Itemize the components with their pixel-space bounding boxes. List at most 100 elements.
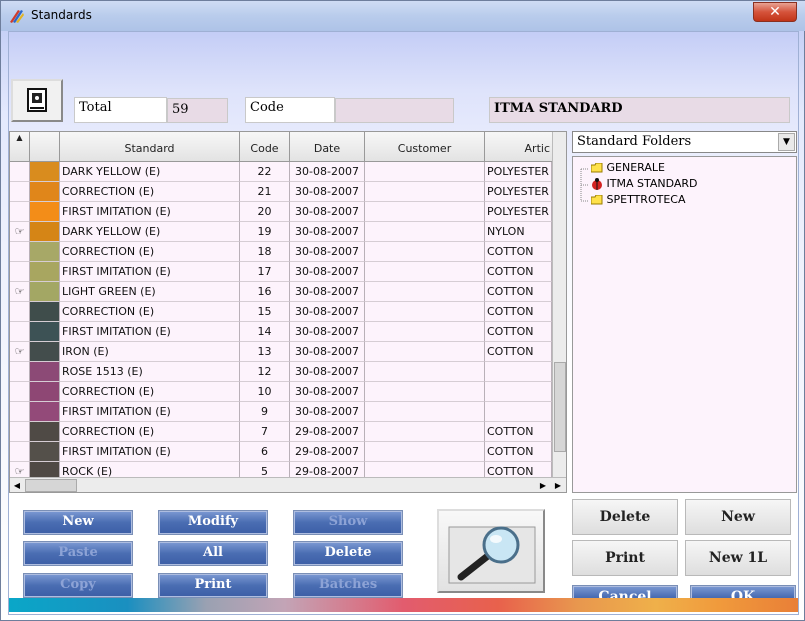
date-cell: 30-08-2007 <box>290 322 365 342</box>
folder-type-value: Standard Folders <box>577 134 692 149</box>
folder-delete-button[interactable]: Delete <box>572 499 678 535</box>
table-row[interactable]: CORRECTION (E) 15 30-08-2007 COTTON <box>10 302 552 322</box>
row-selector[interactable] <box>10 362 30 382</box>
row-selector[interactable] <box>10 422 30 442</box>
column-header-code[interactable]: Code <box>240 132 290 162</box>
new-1l-button[interactable]: New 1L <box>685 540 791 576</box>
color-swatch <box>30 342 60 362</box>
table-row[interactable]: ☞ LIGHT GREEN (E) 16 30-08-2007 COTTON <box>10 282 552 302</box>
new-button[interactable]: New <box>23 510 133 535</box>
code-cell: 18 <box>240 242 290 262</box>
code-cell: 20 <box>240 202 290 222</box>
close-button[interactable]: ✕ <box>753 2 797 22</box>
table-row[interactable]: ☞ IRON (E) 13 30-08-2007 COTTON <box>10 342 552 362</box>
row-selector[interactable] <box>10 242 30 262</box>
tree-item-label: GENERALE <box>606 161 665 174</box>
show-button[interactable]: Show <box>293 510 403 535</box>
customer-cell <box>365 282 485 302</box>
scroll-left-icon[interactable]: ◀ <box>10 478 24 492</box>
horizontal-scrollbar[interactable]: ◀ ▶ ▶ <box>10 477 566 492</box>
code-cell: 10 <box>240 382 290 402</box>
table-row[interactable]: CORRECTION (E) 7 29-08-2007 COTTON <box>10 422 552 442</box>
row-selector[interactable] <box>10 402 30 422</box>
row-selector[interactable] <box>10 302 30 322</box>
scroll-right-end-icon[interactable]: ▶ <box>551 478 565 492</box>
article-cell: POLYESTER <box>485 182 552 202</box>
folder-type-dropdown[interactable]: Standard Folders ▼ <box>572 131 797 153</box>
folder-tree[interactable]: GENERALE ITMA STANDARD SPETTROTECA <box>572 156 797 493</box>
pointing-hand-icon[interactable]: ☞ <box>10 282 30 302</box>
search-button[interactable] <box>437 509 545 593</box>
code-cell: 9 <box>240 402 290 422</box>
standard-icon-button[interactable] <box>11 79 63 122</box>
row-selector[interactable] <box>10 382 30 402</box>
customer-cell <box>365 182 485 202</box>
modify-button[interactable]: Modify <box>158 510 268 535</box>
all-button[interactable]: All <box>158 541 268 566</box>
copy-button[interactable]: Copy <box>23 573 133 598</box>
table-row[interactable]: FIRST IMITATION (E) 9 30-08-2007 <box>10 402 552 422</box>
color-spectrum-bar <box>9 598 798 612</box>
tree-item-spettroteca[interactable]: SPETTROTECA <box>590 193 686 206</box>
folder-new-button[interactable]: New <box>685 499 791 535</box>
code-cell: 17 <box>240 262 290 282</box>
vertical-scrollbar[interactable] <box>552 132 566 477</box>
table-row[interactable]: FIRST IMITATION (E) 17 30-08-2007 COTTON <box>10 262 552 282</box>
tree-item-generale[interactable]: GENERALE <box>590 161 665 174</box>
horizontal-scroll-thumb[interactable] <box>25 479 77 492</box>
table-row[interactable]: CORRECTION (E) 10 30-08-2007 <box>10 382 552 402</box>
color-column-header[interactable] <box>30 132 60 162</box>
scroll-right-icon[interactable]: ▶ <box>536 478 550 492</box>
code-cell: 16 <box>240 282 290 302</box>
column-header-standard[interactable]: Standard <box>60 132 240 162</box>
ladybug-icon <box>592 178 602 190</box>
color-swatch <box>30 162 60 182</box>
sort-indicator-icon[interactable]: ▲ <box>10 132 30 162</box>
print-button[interactable]: Print <box>158 573 268 598</box>
delete-button[interactable]: Delete <box>293 541 403 566</box>
date-cell: 30-08-2007 <box>290 282 365 302</box>
standard-name-cell: CORRECTION (E) <box>60 242 240 262</box>
column-header-date[interactable]: Date <box>290 132 365 162</box>
paste-button[interactable]: Paste <box>23 541 133 566</box>
row-selector[interactable] <box>10 322 30 342</box>
table-row[interactable]: ☞ DARK YELLOW (E) 19 30-08-2007 NYLON <box>10 222 552 242</box>
row-selector[interactable] <box>10 442 30 462</box>
color-swatch <box>30 182 60 202</box>
row-selector[interactable] <box>10 182 30 202</box>
column-header-customer[interactable]: Customer <box>365 132 485 162</box>
row-selector[interactable] <box>10 202 30 222</box>
customer-cell <box>365 262 485 282</box>
color-swatch <box>30 202 60 222</box>
table-row[interactable]: DARK YELLOW (E) 22 30-08-2007 POLYESTER <box>10 162 552 182</box>
article-cell: COTTON <box>485 242 552 262</box>
folder-print-button[interactable]: Print <box>572 540 678 576</box>
tree-item-itma-standard[interactable]: ITMA STANDARD <box>591 177 698 190</box>
code-cell: 6 <box>240 442 290 462</box>
table-row[interactable]: FIRST IMITATION (E) 6 29-08-2007 COTTON <box>10 442 552 462</box>
batches-button[interactable]: Batches <box>293 573 403 598</box>
table-row[interactable]: ROSE 1513 (E) 12 30-08-2007 <box>10 362 552 382</box>
table-row[interactable]: FIRST IMITATION (E) 14 30-08-2007 COTTON <box>10 322 552 342</box>
row-selector[interactable] <box>10 262 30 282</box>
standards-grid[interactable]: ▲ Standard Code Date Customer Artic DARK… <box>9 131 567 493</box>
date-cell: 30-08-2007 <box>290 182 365 202</box>
table-row[interactable]: CORRECTION (E) 21 30-08-2007 POLYESTER <box>10 182 552 202</box>
standard-name-cell: CORRECTION (E) <box>60 302 240 322</box>
date-cell: 30-08-2007 <box>290 382 365 402</box>
vertical-scroll-thumb[interactable] <box>554 362 566 452</box>
table-row[interactable]: FIRST IMITATION (E) 20 30-08-2007 POLYESTER <box>10 202 552 222</box>
pointing-hand-icon[interactable]: ☞ <box>10 342 30 362</box>
code-cell: 14 <box>240 322 290 342</box>
code-cell: 19 <box>240 222 290 242</box>
date-cell: 29-08-2007 <box>290 422 365 442</box>
color-swatch <box>30 282 60 302</box>
date-cell: 30-08-2007 <box>290 342 365 362</box>
pointing-hand-icon[interactable]: ☞ <box>10 222 30 242</box>
code-value <box>335 98 454 123</box>
chevron-down-icon[interactable]: ▼ <box>778 133 795 151</box>
row-selector[interactable] <box>10 162 30 182</box>
table-row[interactable]: CORRECTION (E) 18 30-08-2007 COTTON <box>10 242 552 262</box>
column-header-article[interactable]: Artic <box>485 132 552 162</box>
customer-cell <box>365 362 485 382</box>
